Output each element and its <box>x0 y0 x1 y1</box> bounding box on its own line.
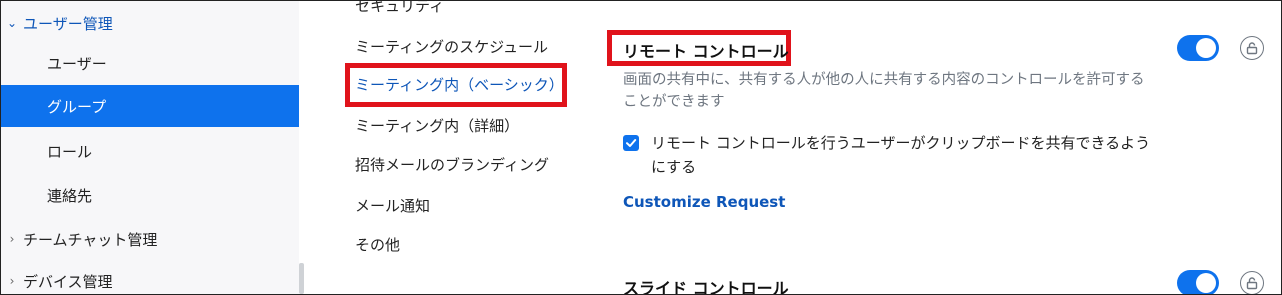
subnav-item-security[interactable]: セキュリティ <box>355 1 444 16</box>
sidebar-item-label: ユーザー <box>47 54 107 73</box>
sidebar-section-device-management[interactable]: › デバイス管理 <box>1 261 299 294</box>
sidebar-item-users[interactable]: ユーザー <box>1 42 299 84</box>
sidebar-item-label: 連絡先 <box>47 186 93 205</box>
subnav-item-email-notifications[interactable]: メール通知 <box>355 195 430 216</box>
chevron-right-icon: › <box>9 274 15 288</box>
settings-subnav: セキュリティ ミーティングのスケジュール ミーティング内（ベーシック） ミーティ… <box>341 1 581 294</box>
chevron-right-icon: › <box>9 232 15 246</box>
sidebar-item-contacts[interactable]: 連絡先 <box>1 174 299 216</box>
toggle-knob <box>1196 273 1216 293</box>
subnav-item-meeting-schedule[interactable]: ミーティングのスケジュール <box>355 36 548 57</box>
sidebar-item-label: グループ <box>47 97 107 116</box>
sidebar-item-groups[interactable]: グループ <box>1 85 299 127</box>
setting-title-remote-control: リモート コントロール <box>623 42 789 61</box>
remote-control-toggle[interactable] <box>1177 35 1219 61</box>
setting-title-slide-control: スライド コントロール <box>623 279 789 295</box>
sidebar-section-label: チームチャット管理 <box>23 230 158 249</box>
sidebar-section-team-chat-management[interactable]: › チームチャット管理 <box>1 219 299 259</box>
sidebar: ⌄ ユーザー管理 ユーザー グループ ロール 連絡先 › チームチャット管理 ›… <box>1 1 299 294</box>
clipboard-share-checkbox-label: リモート コントロールを行うユーザーがクリップボードを共有できるようにする <box>651 134 1151 176</box>
app-frame: ⌄ ユーザー管理 ユーザー グループ ロール 連絡先 › チームチャット管理 ›… <box>0 0 1282 295</box>
sidebar-section-label: ユーザー管理 <box>23 14 113 33</box>
sidebar-section-user-management[interactable]: ⌄ ユーザー管理 <box>1 3 299 43</box>
subnav-item-other[interactable]: その他 <box>355 234 400 255</box>
toggle-knob <box>1196 38 1216 58</box>
sidebar-item-label: ロール <box>47 142 93 161</box>
sidebar-scrollbar[interactable] <box>299 263 304 294</box>
clipboard-share-checkbox[interactable] <box>623 135 639 151</box>
sidebar-section-label: デバイス管理 <box>23 272 113 291</box>
settings-panel: リモート コントロール 画面の共有中に、共有する人が他の人に共有する内容のコント… <box>601 1 1281 294</box>
lock-glyph <box>1246 42 1258 55</box>
check-icon <box>626 139 637 147</box>
subnav-item-in-meeting-advanced[interactable]: ミーティング内（詳細） <box>355 115 519 136</box>
setting-description: 画面の共有中に、共有する人が他の人に共有する内容のコントロールを許可することがで… <box>623 72 1145 110</box>
sidebar-item-roles[interactable]: ロール <box>1 130 299 172</box>
highlight-box-subnav <box>345 63 567 107</box>
slide-control-toggle[interactable] <box>1177 270 1219 294</box>
customize-request-link[interactable]: Customize Request <box>623 193 785 211</box>
subnav-item-invite-email-branding[interactable]: 招待メールのブランディング <box>355 154 549 175</box>
chevron-down-icon: ⌄ <box>6 16 18 30</box>
lock-glyph <box>1246 277 1258 290</box>
unlock-icon[interactable] <box>1240 36 1264 60</box>
unlock-icon[interactable] <box>1240 271 1264 294</box>
